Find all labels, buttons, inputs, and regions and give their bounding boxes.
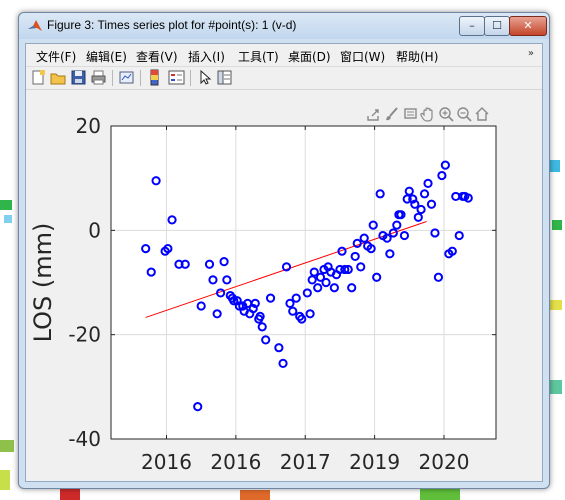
y-tick-label: 20 bbox=[76, 114, 101, 138]
matlab-logo-icon bbox=[28, 20, 42, 31]
title-bar[interactable]: Figure 3: Times series plot for #point(s… bbox=[19, 13, 549, 39]
desktop-speck bbox=[60, 488, 80, 500]
desktop-speck bbox=[0, 470, 10, 490]
figure-window: Figure 3: Times series plot for #point(s… bbox=[18, 12, 550, 489]
y-axis-label: LOS (mm) bbox=[29, 223, 57, 343]
x-tick-label: 2020 bbox=[419, 450, 470, 474]
desktop-speck bbox=[420, 488, 460, 500]
y-tick-label: -40 bbox=[68, 427, 101, 451]
time-series-plot[interactable]: 2016 2016 2017 2019 2020 -40 -20 0 20 LOS (mm) bbox=[26, 44, 542, 481]
x-tick-label: 2019 bbox=[349, 450, 400, 474]
window-title: Figure 3: Times series plot for #point(s… bbox=[47, 18, 297, 32]
x-tick-label: 2016 bbox=[210, 450, 261, 474]
desktop-speck bbox=[4, 215, 12, 223]
desktop-speck bbox=[552, 220, 562, 230]
desktop-speck bbox=[240, 490, 270, 500]
desktop-speck bbox=[0, 200, 12, 210]
maximize-button[interactable]: ☐ bbox=[484, 16, 510, 36]
x-tick-label: 2017 bbox=[280, 450, 331, 474]
desktop-speck bbox=[550, 160, 560, 172]
figure-client-area: 文件(F) 编辑(E) 查看(V) 插入(I) 工具(T) 桌面(D) 窗口(W… bbox=[25, 43, 543, 482]
y-tick-label: -20 bbox=[68, 323, 101, 347]
x-tick-label: 2016 bbox=[141, 450, 192, 474]
desktop-speck bbox=[550, 300, 562, 310]
close-button[interactable]: ✕ bbox=[509, 16, 547, 36]
minimize-button[interactable]: – bbox=[459, 16, 485, 36]
y-tick-label: 0 bbox=[88, 218, 101, 242]
desktop-speck bbox=[0, 440, 14, 452]
desktop-speck bbox=[548, 380, 562, 394]
